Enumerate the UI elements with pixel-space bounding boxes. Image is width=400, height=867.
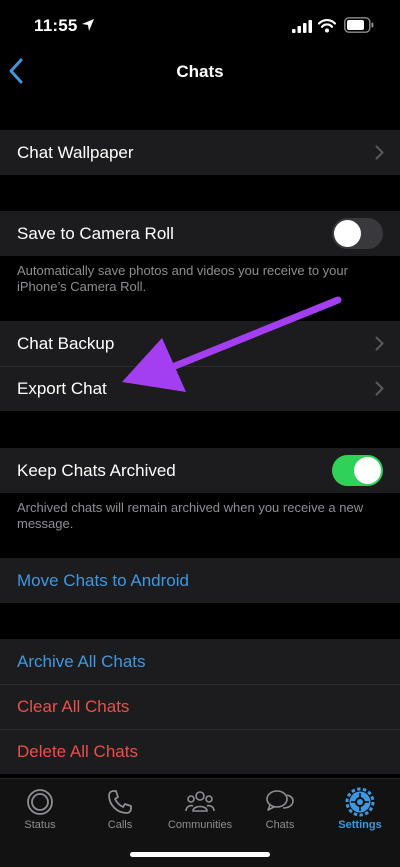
tab-settings-label: Settings	[338, 819, 382, 831]
keep-chats-archived-toggle[interactable]	[332, 455, 383, 486]
save-to-camera-roll-label: Save to Camera Roll	[17, 223, 174, 243]
move-group: Move Chats to Android	[0, 558, 400, 603]
move-chats-to-android-label: Move Chats to Android	[17, 570, 189, 590]
delete-all-chats-row[interactable]: Delete All Chats	[0, 729, 400, 774]
location-arrow-icon	[82, 19, 94, 31]
clear-all-chats-row[interactable]: Clear All Chats	[0, 684, 400, 729]
delete-all-chats-label: Delete All Chats	[17, 741, 138, 761]
save-to-camera-roll-toggle[interactable]	[332, 218, 383, 249]
annotation-arrow-icon	[122, 296, 342, 392]
phone-icon	[108, 790, 132, 814]
archive-all-chats-label: Archive All Chats	[17, 651, 146, 671]
tab-calls[interactable]: Calls	[80, 779, 160, 839]
status-icon	[27, 789, 53, 815]
tab-settings[interactable]: Settings	[320, 779, 400, 839]
chevron-right-icon	[375, 145, 384, 160]
navigation-bar: Chats	[0, 54, 400, 94]
toggle-knob	[354, 457, 381, 484]
tab-status[interactable]: Status	[0, 779, 80, 839]
chevron-right-icon	[375, 336, 384, 351]
tab-chats-label: Chats	[265, 819, 295, 831]
save-to-camera-roll-row: Save to Camera Roll	[0, 211, 400, 256]
battery-icon	[344, 17, 374, 33]
chat-backup-label: Chat Backup	[17, 333, 115, 353]
camera-roll-group: Save to Camera Roll	[0, 211, 400, 256]
wifi-icon	[318, 19, 336, 33]
chat-wallpaper-row[interactable]: Chat Wallpaper	[0, 130, 400, 175]
archived-footnote: Archived chats will remain archived when…	[17, 500, 364, 531]
status-bar: 11:55	[0, 0, 400, 54]
move-chats-to-android-row[interactable]: Move Chats to Android	[0, 558, 400, 603]
tab-chats[interactable]: Chats	[240, 779, 320, 839]
keep-chats-archived-row: Keep Chats Archived	[0, 448, 400, 493]
gear-icon	[345, 787, 375, 817]
chat-wallpaper-label: Chat Wallpaper	[17, 142, 134, 162]
tab-calls-label: Calls	[107, 819, 133, 831]
page-title: Chats	[176, 62, 224, 81]
communities-icon	[185, 791, 215, 812]
archive-all-chats-row[interactable]: Archive All Chats	[0, 639, 400, 684]
camera-roll-footnote: Automatically save photos and videos you…	[17, 263, 348, 294]
chats-icon	[266, 790, 294, 811]
actions-group: Archive All Chats Clear All Chats Delete…	[0, 639, 400, 774]
tab-communities-label: Communities	[167, 819, 233, 831]
home-indicator	[130, 852, 270, 857]
tab-communities[interactable]: Communities	[160, 779, 240, 839]
toggle-knob	[334, 220, 361, 247]
chevron-right-icon	[375, 381, 384, 396]
clear-all-chats-label: Clear All Chats	[17, 696, 130, 716]
archived-group: Keep Chats Archived	[0, 448, 400, 493]
keep-chats-archived-label: Keep Chats Archived	[17, 460, 176, 480]
cellular-signal-icon	[292, 20, 312, 33]
status-time: 11:55	[34, 16, 78, 35]
tab-status-label: Status	[24, 819, 56, 831]
wallpaper-group: Chat Wallpaper	[0, 130, 400, 175]
export-chat-label: Export Chat	[17, 378, 107, 398]
